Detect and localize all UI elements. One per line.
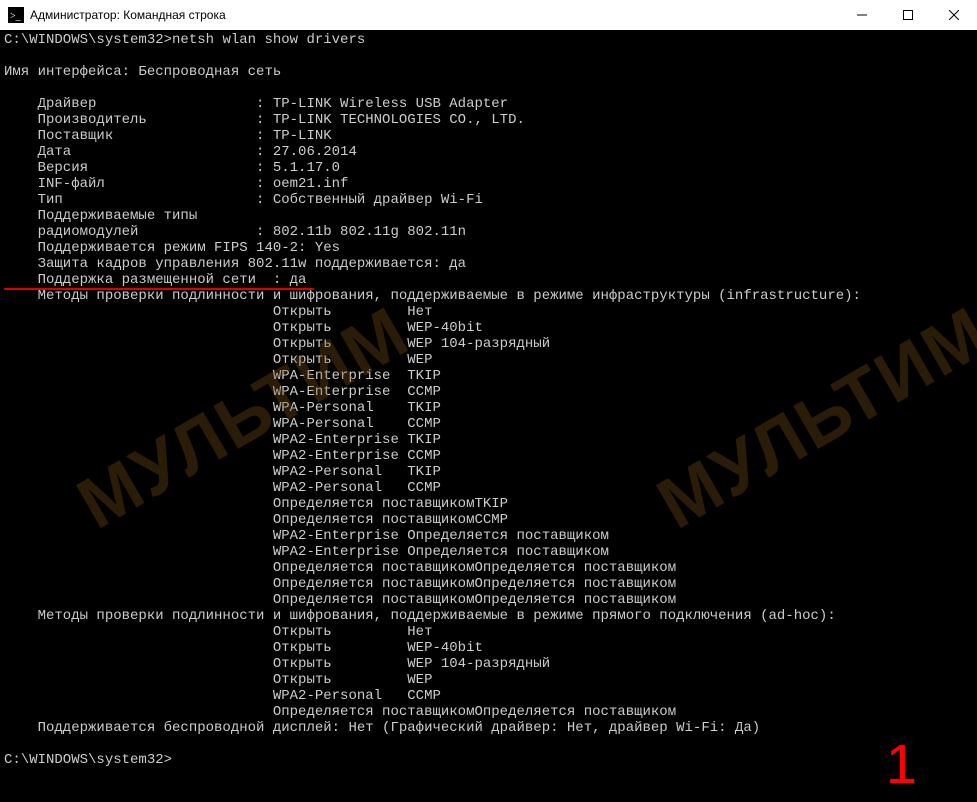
maximize-button[interactable]: [885, 0, 931, 30]
infra-line: Открыть Нет: [4, 304, 432, 320]
command-text: netsh wlan show drivers: [172, 32, 365, 48]
infra-line: Определяется поставщикомОпределяется пос…: [4, 576, 676, 592]
infra-header: Методы проверки подлинности и шифрования…: [4, 288, 861, 304]
field-type: Тип : Собственный драйвер Wi-Fi: [4, 192, 483, 208]
infra-line: Открыть WEP 104-разрядный: [4, 336, 550, 352]
infra-line: WPA2-Enterprise CCMP: [4, 448, 441, 464]
infra-line: WPA-Personal TKIP: [4, 400, 441, 416]
adhoc-line: WPA2-Personal CCMP: [4, 688, 441, 704]
adhoc-line: Открыть WEP 104-разрядный: [4, 656, 550, 672]
field-driver: Драйвер : TP-LINK Wireless USB Adapter: [4, 96, 508, 112]
infra-line: WPA2-Enterprise Определяется поставщиком: [4, 544, 609, 560]
field-fips: Поддерживается режим FIPS 140-2: Yes: [4, 240, 340, 256]
field-inf: INF-файл : oem21.inf: [4, 176, 348, 192]
field-mgmt-frame: Защита кадров управления 802.11w поддерж…: [4, 256, 466, 272]
adhoc-line: Определяется поставщикомОпределяется пос…: [4, 704, 676, 720]
field-radios-value: радиомодулей : 802.11b 802.11g 802.11n: [4, 224, 466, 240]
titlebar[interactable]: >_ Администратор: Командная строка: [0, 0, 977, 30]
step-number-overlay: 1: [886, 756, 917, 772]
terminal-output[interactable]: C:\WINDOWS\system32>netsh wlan show driv…: [0, 30, 977, 802]
svg-text:>_: >_: [10, 11, 22, 22]
infra-line: Определяется поставщикомОпределяется пос…: [4, 560, 676, 576]
infra-line: Определяется поставщикомCCMP: [4, 512, 508, 528]
infra-line: WPA-Enterprise CCMP: [4, 384, 441, 400]
infra-line: Определяется поставщикомОпределяется пос…: [4, 592, 676, 608]
prompt: C:\WINDOWS\system32>: [4, 32, 172, 48]
infra-line: WPA-Enterprise TKIP: [4, 368, 441, 384]
field-date: Дата : 27.06.2014: [4, 144, 357, 160]
adhoc-line: Открыть Нет: [4, 624, 432, 640]
prompt: C:\WINDOWS\system32>: [4, 752, 172, 768]
field-hosted-network: Поддержка размещенной сети : да: [4, 272, 306, 288]
infra-line: Открыть WEP-40bit: [4, 320, 483, 336]
field-radios-label: Поддерживаемые типы: [4, 208, 197, 224]
wireless-display-line: Поддерживается беспроводной дисплей: Нет…: [4, 720, 760, 736]
adhoc-header: Методы проверки подлинности и шифрования…: [4, 608, 836, 624]
infra-line: WPA-Personal CCMP: [4, 416, 441, 432]
interface-line: Имя интерфейса: Беспроводная сеть: [4, 64, 281, 80]
field-version: Версия : 5.1.17.0: [4, 160, 340, 176]
infra-line: Открыть WEP: [4, 352, 432, 368]
window-title: Администратор: Командная строка: [30, 8, 226, 22]
field-provider: Поставщик : TP-LINK: [4, 128, 332, 144]
cmd-window: >_ Администратор: Командная строка C:\WI…: [0, 0, 977, 802]
cursor: [172, 754, 180, 768]
watermark: МУЛЬТИМ: [661, 319, 977, 516]
infra-line: WPA2-Personal TKIP: [4, 464, 441, 480]
cmd-icon: >_: [8, 7, 24, 23]
adhoc-line: Открыть WEP-40bit: [4, 640, 483, 656]
adhoc-line: Открыть WEP: [4, 672, 432, 688]
infra-line: WPA2-Personal CCMP: [4, 480, 441, 496]
minimize-button[interactable]: [839, 0, 885, 30]
infra-line: Определяется поставщикомTKIP: [4, 496, 508, 512]
infra-line: WPA2-Enterprise TKIP: [4, 432, 441, 448]
highlight-underline: [4, 288, 314, 290]
infra-line: WPA2-Enterprise Определяется поставщиком: [4, 528, 609, 544]
close-button[interactable]: [931, 0, 977, 30]
field-vendor: Производитель : TP-LINK TECHNOLOGIES CO.…: [4, 112, 525, 128]
